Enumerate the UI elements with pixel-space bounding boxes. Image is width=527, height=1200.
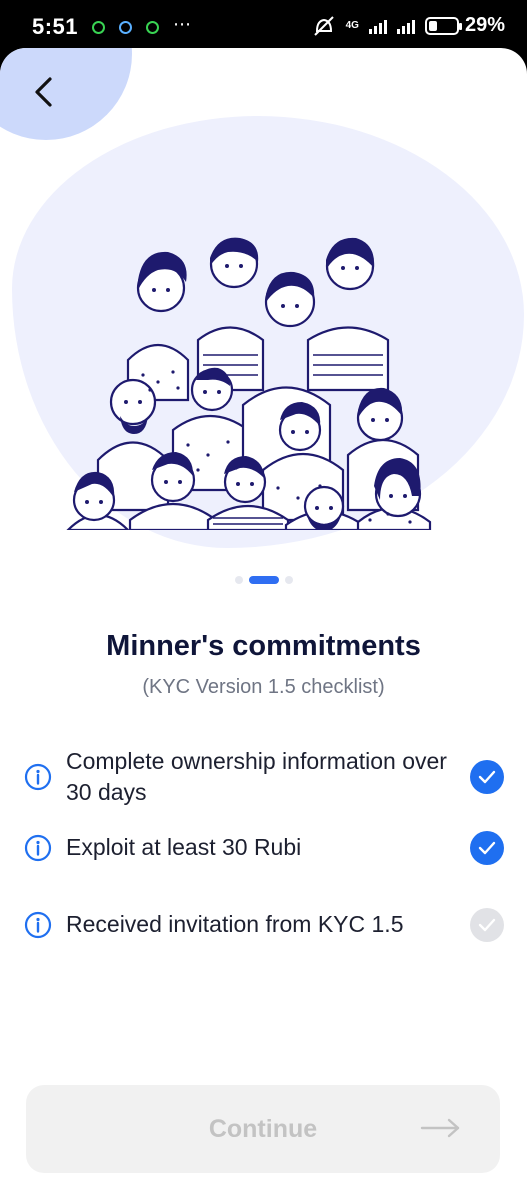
check-status-done bbox=[470, 760, 504, 794]
checklist-item-label: Exploit at least 30 Rubi bbox=[66, 834, 302, 860]
carousel-dot[interactable] bbox=[284, 576, 293, 584]
check-status-done bbox=[470, 830, 504, 865]
checklist-item-label: Received invitation from KYC 1.5 bbox=[66, 911, 404, 937]
status-time: 5:51 bbox=[32, 14, 79, 39]
battery-icon bbox=[424, 16, 462, 35]
page-subtitle: (KYC Version 1.5 checklist) bbox=[142, 676, 385, 698]
people-group-illustration bbox=[66, 237, 432, 530]
checkmark-icon bbox=[478, 770, 496, 784]
chevron-left-icon bbox=[35, 77, 52, 107]
info-icon[interactable] bbox=[24, 834, 52, 862]
checkmark-icon bbox=[478, 841, 496, 854]
system-icons: 4G 29% bbox=[312, 14, 505, 37]
muted-alarm-icon bbox=[313, 15, 334, 36]
battery-percent: 29% bbox=[464, 14, 505, 36]
carousel-indicator bbox=[0, 576, 527, 584]
carousel-dot-active[interactable] bbox=[248, 576, 279, 584]
notification-icons: ⋯ bbox=[92, 14, 192, 35]
activity-icon bbox=[146, 21, 159, 34]
page-title: Minner's commitments bbox=[106, 630, 421, 662]
checklist-item: Exploit at least 30 Rubi bbox=[24, 830, 504, 865]
signal-icon bbox=[368, 18, 387, 34]
info-icon[interactable] bbox=[24, 763, 52, 791]
corner-decoration bbox=[0, 48, 132, 140]
info-icon[interactable] bbox=[24, 911, 52, 939]
check-status-pending bbox=[470, 907, 504, 942]
whatsapp-icon bbox=[92, 21, 105, 34]
continue-button[interactable]: Continue bbox=[26, 1085, 500, 1173]
checkmark-icon bbox=[478, 918, 496, 931]
checklist-item-label: Complete ownership information over 30 d… bbox=[66, 748, 447, 805]
signal-icon-2 bbox=[396, 18, 415, 34]
app-notification-icon bbox=[119, 21, 132, 34]
carousel-dot[interactable] bbox=[234, 576, 243, 584]
back-button[interactable] bbox=[22, 70, 66, 114]
network-type: 4G bbox=[345, 20, 359, 31]
arrow-right-icon bbox=[420, 1118, 460, 1138]
more-notifications-icon: ⋯ bbox=[173, 14, 192, 34]
checklist-item: Received invitation from KYC 1.5 bbox=[24, 907, 504, 942]
checklist-item: Complete ownership information over 30 d… bbox=[24, 746, 504, 808]
kyc-checklist-screen: Minner's commitments (KYC Version 1.5 ch… bbox=[0, 48, 527, 1200]
